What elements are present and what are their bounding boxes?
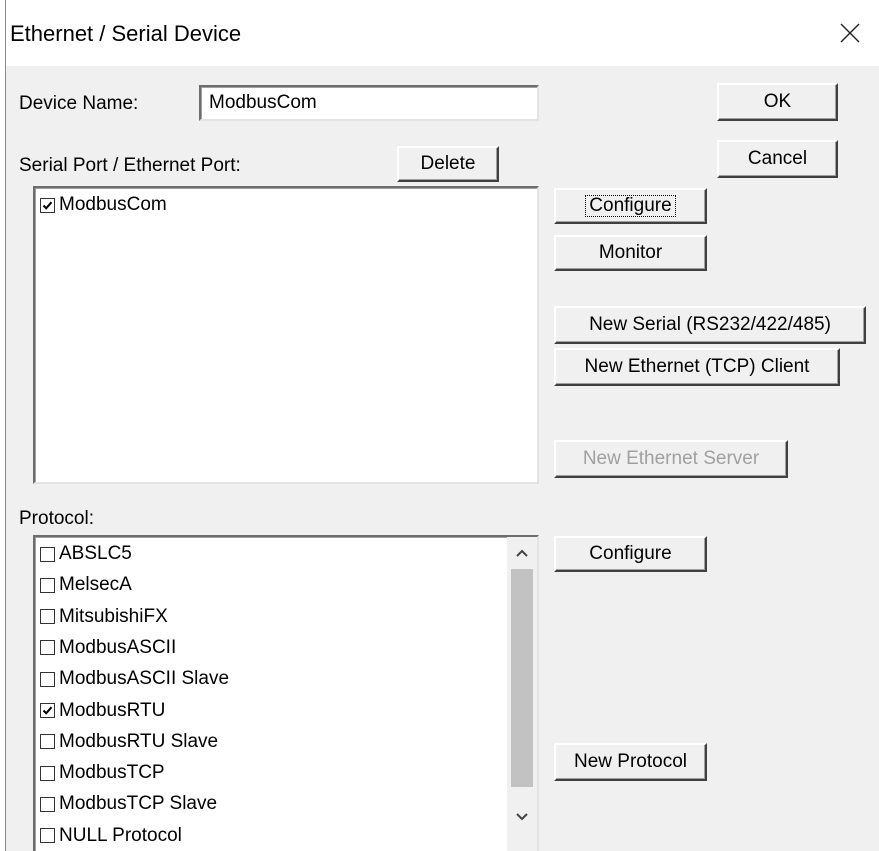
title-bar: Ethernet / Serial Device [6,0,879,66]
checkbox[interactable] [40,609,55,625]
checkbox[interactable] [40,796,55,812]
list-item-label: ModbusTCP Slave [59,793,218,815]
device-name-input[interactable] [199,85,539,121]
list-item[interactable]: ModbusCom [40,192,167,218]
new-protocol-button[interactable]: New Protocol [554,743,707,781]
list-item[interactable]: ModbusRTU [40,698,165,724]
protocol-scrollbar[interactable] [507,537,537,851]
device-name-label: Device Name: [19,93,139,114]
port-list-label: Serial Port / Ethernet Port: [19,155,241,176]
new-ethernet-client-button[interactable]: New Ethernet (TCP) Client [554,348,840,386]
ok-button[interactable]: OK [717,83,838,121]
new-ethernet-server-button[interactable]: New Ethernet Server [554,440,788,478]
list-item-label: ModbusASCII [59,636,177,658]
list-item[interactable]: ModbusASCII Slave [40,666,229,692]
scroll-thumb[interactable] [511,569,533,787]
cancel-button[interactable]: Cancel [717,140,838,178]
list-item[interactable]: ModbusRTU Slave [40,729,218,755]
list-item-label: ModbusTCP [59,762,165,784]
checkbox[interactable] [40,734,55,750]
list-item-label: ModbusCom [59,194,167,215]
protocol-list-label: Protocol: [19,508,94,529]
checkbox[interactable] [40,828,55,844]
protocol-listbox[interactable]: ABSLC5 MelsecA MitsubishiFX ModbusASCII Modb… [33,535,539,851]
checkbox[interactable] [40,765,55,781]
list-item[interactable]: ModbusASCII [40,635,176,661]
configure-port-label: Configure [585,195,676,217]
list-item[interactable]: ModbusTCP Slave [40,791,217,817]
new-serial-button[interactable]: New Serial (RS232/422/485) [554,306,866,344]
list-item-label: ModbusRTU [59,699,166,721]
checkbox-checked[interactable] [40,703,55,718]
list-item[interactable]: NULL Protocol [40,823,182,849]
checkmark-icon [42,201,53,210]
configure-port-button[interactable]: Configure [554,188,707,224]
list-item-label: NULL Protocol [59,824,182,846]
checkbox[interactable] [40,671,55,687]
list-item[interactable]: MitsubishiFX [40,604,168,630]
checkbox-checked[interactable] [40,197,55,213]
list-item-label: ModbusASCII Slave [59,668,230,690]
chevron-up-icon [516,549,528,557]
dialog-window: Ethernet / Serial Device Device Name: OK… [5,0,879,851]
list-item-label: MitsubishiFX [59,605,168,627]
checkmark-icon [42,706,53,715]
list-item-label: MelsecA [59,574,132,596]
close-button[interactable] [821,0,879,66]
list-item-label: ABSLC5 [59,543,132,564]
list-item[interactable]: MelsecA [40,572,132,598]
configure-protocol-button[interactable]: Configure [554,536,707,572]
checkbox[interactable] [40,577,55,593]
window-title: Ethernet / Serial Device [10,21,242,46]
close-icon [840,23,860,43]
scroll-up-button[interactable] [507,539,537,567]
port-listbox[interactable]: ModbusCom [33,186,539,484]
checkbox[interactable] [40,640,55,656]
scroll-down-button[interactable] [507,803,537,831]
list-item[interactable]: ModbusTCP [40,760,165,786]
list-item[interactable]: ABSLC5 [40,541,132,567]
chevron-down-icon [516,813,528,821]
checkbox[interactable] [40,546,55,562]
monitor-button[interactable]: Monitor [554,235,707,271]
delete-button[interactable]: Delete [397,146,499,182]
list-item-label: ModbusRTU Slave [59,730,219,752]
